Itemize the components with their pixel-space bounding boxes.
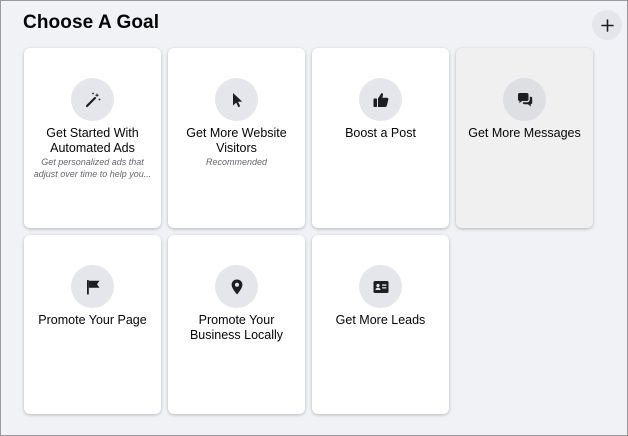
goal-card-website-visitors[interactable]: Get More Website Visitors Recommended xyxy=(168,48,305,228)
icon-circle xyxy=(71,265,114,308)
page-title: Choose A Goal xyxy=(23,12,160,33)
goal-card-automated-ads[interactable]: Get Started With Automated Ads Get perso… xyxy=(24,48,161,228)
goal-picker-panel: Choose A Goal Get Started With Automated… xyxy=(0,0,628,436)
goal-card-leads[interactable]: Get More Leads xyxy=(312,235,449,414)
goal-card-title: Get More Leads xyxy=(335,313,426,327)
flag-icon xyxy=(86,279,99,294)
icon-circle xyxy=(503,78,546,121)
add-button[interactable] xyxy=(592,10,622,40)
chat-bubbles-icon xyxy=(517,92,532,107)
location-pin-icon xyxy=(231,279,242,294)
icon-circle xyxy=(215,265,258,308)
icon-circle xyxy=(71,78,114,121)
recommended-label: Recommended xyxy=(205,157,268,167)
goal-card-title: Promote Your Page xyxy=(38,313,147,327)
icon-circle xyxy=(215,78,258,121)
plus-icon xyxy=(600,18,614,32)
goal-card-title: Get More Messages xyxy=(468,126,581,140)
magic-wand-icon xyxy=(85,92,100,107)
goal-card-title: Promote Your Business Locally xyxy=(189,313,284,342)
icon-circle xyxy=(359,265,402,308)
goal-card-title: Get More Website Visitors xyxy=(186,126,287,155)
goal-card-promote-locally[interactable]: Promote Your Business Locally xyxy=(168,235,305,414)
thumbs-up-icon xyxy=(373,92,388,107)
goal-card-title: Get Started With Automated Ads xyxy=(46,126,139,155)
goal-card-description: Get personalized ads that adjust over ti… xyxy=(33,157,152,179)
id-card-icon xyxy=(373,280,388,293)
cursor-icon xyxy=(232,92,242,107)
icon-circle xyxy=(359,78,402,121)
goal-card-title: Boost a Post xyxy=(345,126,416,140)
goal-card-promote-page[interactable]: Promote Your Page xyxy=(24,235,161,414)
goal-card-boost-post[interactable]: Boost a Post xyxy=(312,48,449,228)
goal-card-messages[interactable]: Get More Messages xyxy=(456,48,593,228)
